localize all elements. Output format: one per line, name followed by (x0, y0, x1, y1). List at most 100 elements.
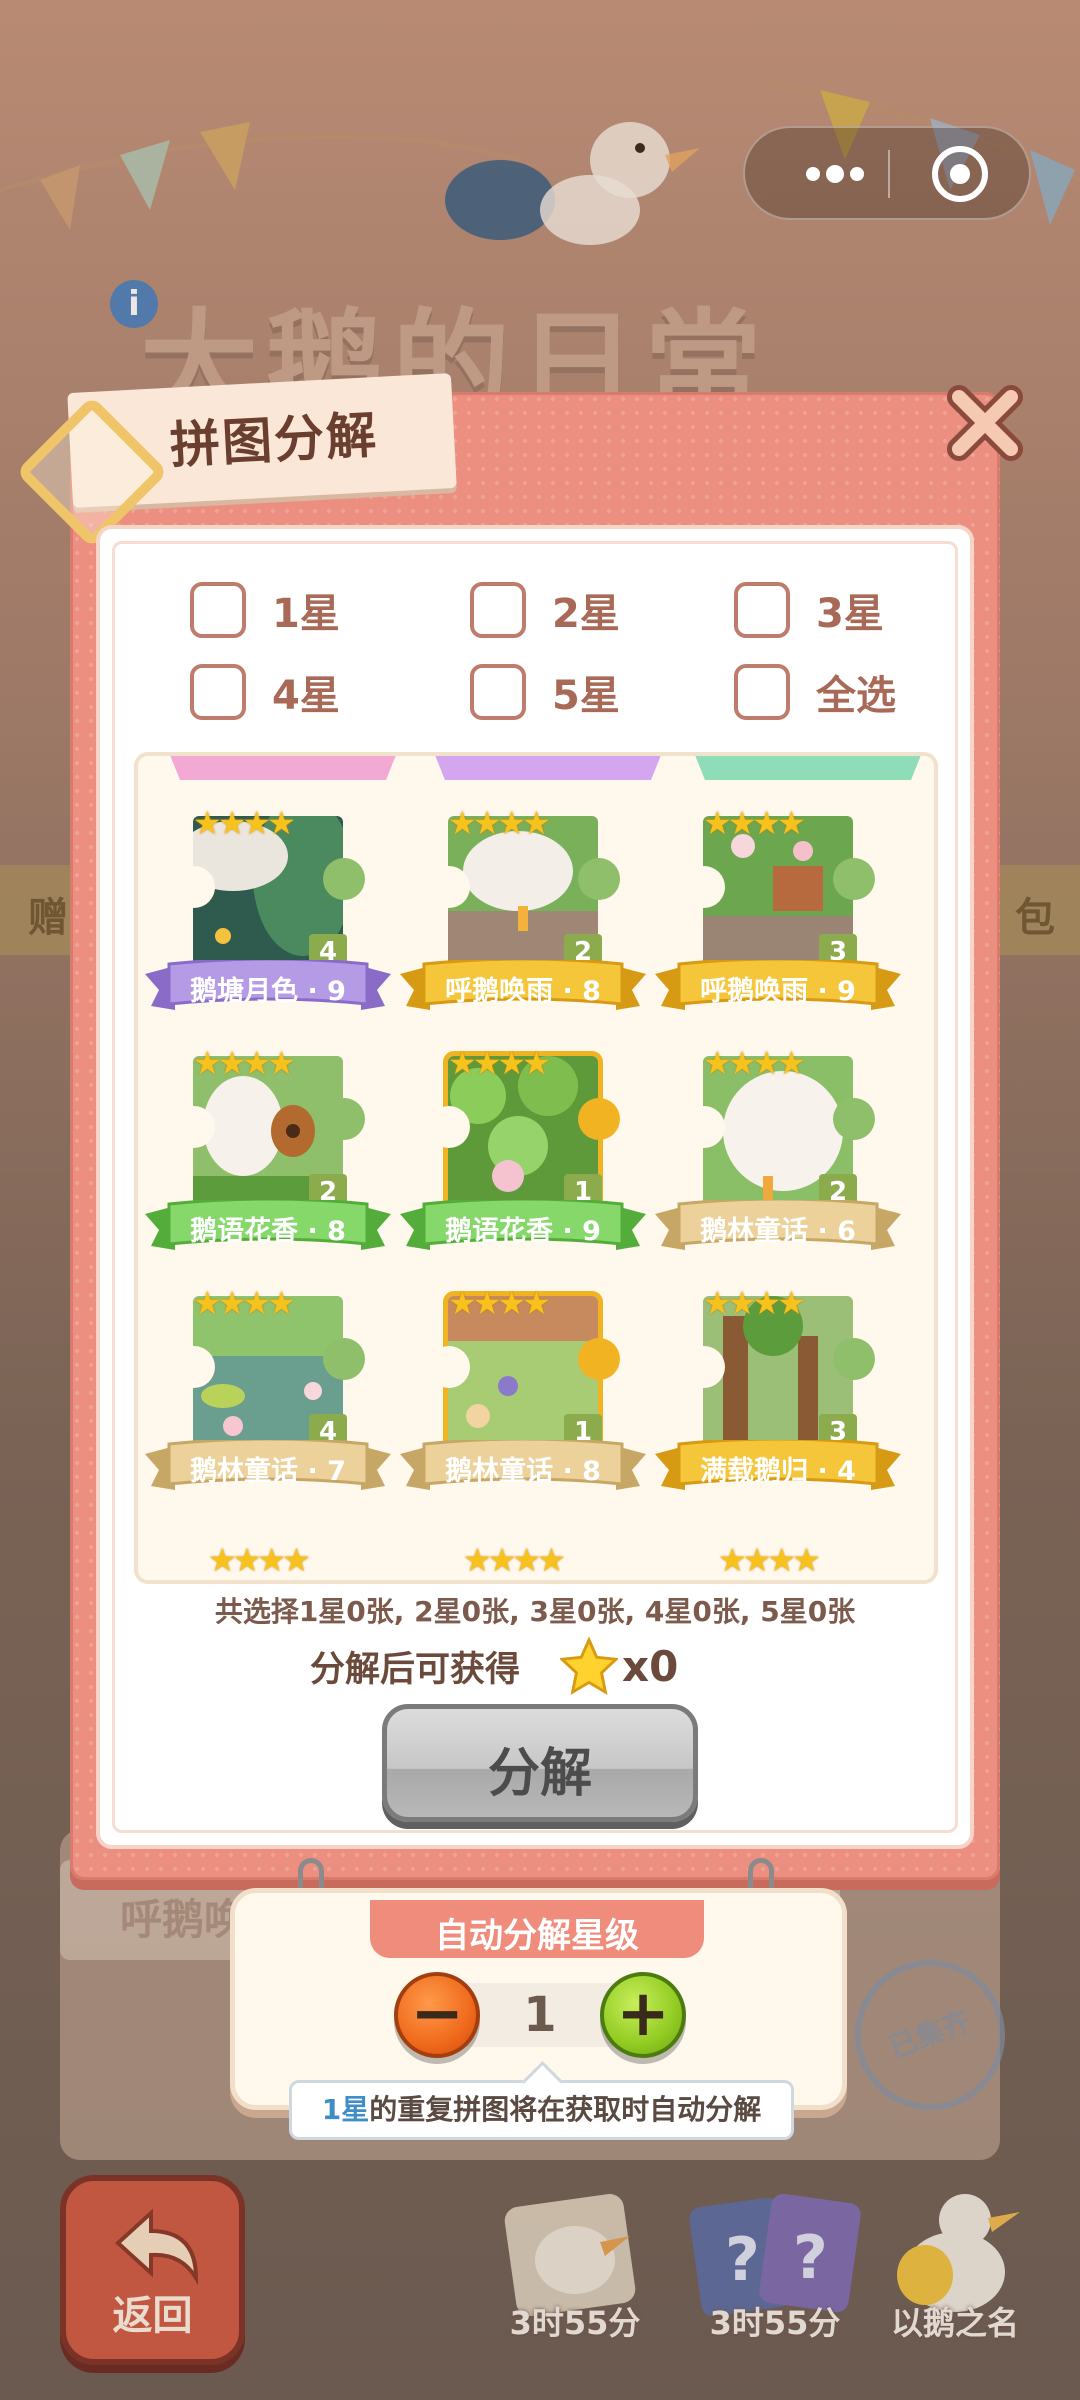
checkbox[interactable] (734, 664, 790, 720)
reward-label: 分解后可获得 (310, 1649, 521, 1690)
increase-level-button[interactable]: + (600, 1972, 686, 2058)
more-icon[interactable] (785, 128, 885, 218)
auto-decompose-title: 自动分解星级 (370, 1900, 704, 1958)
puzzle-piece-card[interactable]: ★★★★ 3 呼鹅唤雨 · 9 (653, 796, 903, 1016)
puzzle-piece-card[interactable]: ★★★★ 2 鹅语花香 · 8 (143, 1036, 393, 1256)
puzzle-knob (683, 1346, 725, 1388)
minus-icon: − (410, 1977, 464, 2051)
decrease-level-button[interactable]: − (394, 1972, 480, 2058)
selection-summary: 共选择1星0张, 2星0张, 3星0张, 4星0张, 5星0张 (214, 1595, 856, 1628)
checkbox[interactable] (470, 582, 526, 638)
puzzle-knob (173, 1346, 215, 1388)
puzzle-knob (173, 1106, 215, 1148)
goose-mascot-image (445, 122, 700, 245)
puzzle-piece-card[interactable]: ★★★★ 3 满载鹅归 · 4 (653, 1276, 903, 1496)
star-rating: ★★★★ (448, 1284, 551, 1322)
dialog-title: 拼图分解 (168, 405, 380, 475)
bottom-card-2-label: 3时55分 (709, 2304, 841, 2342)
next-row-stars: ★★★★ (208, 1541, 311, 1579)
piece-name-ribbon (655, 960, 901, 1010)
back-arrow-icon (115, 2208, 199, 2286)
puzzle-knob (323, 858, 365, 900)
miniprogram-capsule (743, 126, 1031, 220)
puzzle-knob (323, 1338, 365, 1380)
puzzle-knob (428, 866, 470, 908)
star-currency-icon (560, 1637, 619, 1695)
back-label: 返回 (112, 2293, 193, 2339)
filter-label: 2星 (552, 591, 620, 637)
filter-1star[interactable]: 1星 (190, 580, 340, 640)
checkbox[interactable] (190, 664, 246, 720)
star-rating: ★★★★ (193, 1044, 296, 1082)
checkbox[interactable] (190, 582, 246, 638)
star-rating: ★★★★ (193, 804, 296, 842)
star-rating: ★★★★ (448, 804, 551, 842)
reward-row: 分解后可获得 x0 (310, 1636, 678, 1696)
exit-miniprogram-icon[interactable] (932, 146, 988, 202)
puzzle-knob (683, 1106, 725, 1148)
puzzle-piece-card[interactable]: ★★★★ 2 呼鹅唤雨 · 8 (398, 796, 648, 1016)
svg-text:?: ? (793, 2223, 828, 2293)
bottom-card-3-label: 以鹅之名 (890, 2304, 1019, 2342)
bottom-card-1-label: 3时55分 (509, 2304, 641, 2342)
puzzle-piece-card[interactable]: ★★★★ 2 鹅林童话 · 6 (653, 1036, 903, 1256)
puzzle-knob (683, 866, 725, 908)
next-row-stars: ★★★★ (463, 1541, 566, 1579)
piece-name-ribbon (655, 1440, 901, 1490)
puzzle-knob (428, 1106, 470, 1148)
filter-5star[interactable]: 5星 (470, 662, 620, 722)
puzzle-piece-card[interactable]: ★★★★ 4 鹅林童话 · 7 (143, 1276, 393, 1496)
star-rating: ★★★★ (703, 1044, 806, 1082)
checkbox[interactable] (734, 582, 790, 638)
puzzle-knob (833, 1098, 875, 1140)
next-row-stars: ★★★★ (718, 1541, 821, 1579)
checkbox[interactable] (470, 664, 526, 720)
star-rating: ★★★★ (703, 804, 806, 842)
filter-label: 1星 (272, 591, 340, 637)
filter-4star[interactable]: 4星 (190, 662, 340, 722)
filter-label: 全选 (816, 673, 896, 719)
filter-2star[interactable]: 2星 (470, 580, 620, 640)
puzzle-piece-card[interactable]: ★★★★ 4 鹅塘月色 · 9 (143, 796, 393, 1016)
bottom-card-1[interactable]: 3时55分 (490, 2180, 660, 2342)
piece-name-ribbon (400, 960, 646, 1010)
filter-label: 5星 (552, 673, 620, 719)
piece-name-ribbon (145, 960, 391, 1010)
filter-label: 3星 (816, 591, 884, 637)
puzzle-knob (323, 1098, 365, 1140)
plus-icon: + (616, 1977, 670, 2051)
filter-select-all[interactable]: 全选 (734, 662, 896, 722)
piece-name-ribbon (400, 1200, 646, 1250)
puzzle-knob (833, 1338, 875, 1380)
filter-3star[interactable]: 3星 (734, 580, 884, 640)
star-rating: ★★★★ (193, 1284, 296, 1322)
bottom-card-2[interactable]: ? ? 3时55分 (675, 2180, 875, 2342)
puzzle-knob (173, 866, 215, 908)
decompose-button[interactable]: 分解 (382, 1704, 698, 1822)
reward-count: x0 (622, 1641, 679, 1691)
filter-label: 4星 (272, 673, 340, 719)
banner-left-text: 赠 (28, 895, 68, 941)
auto-decompose-title-text: 自动分解星级 (435, 1916, 639, 1956)
banner-right-text: 包 (1015, 895, 1055, 941)
auto-decompose-tip: 1星的重复拼图将在获取时自动分解 (289, 2080, 794, 2140)
svg-text:?: ? (725, 2225, 760, 2295)
decompose-label: 分解 (487, 1744, 592, 1804)
close-icon[interactable] (945, 383, 1025, 463)
piece-name-ribbon (145, 1440, 391, 1490)
puzzle-piece-grid[interactable]: ★★★★ 4 鹅塘月色 · 9 ★★★★ 2 呼鹅唤雨 · 8 ★★★★ 3 呼鹅唤雨 · 9 ★… (134, 752, 938, 1584)
previous-row-banners (170, 756, 921, 780)
puzzle-knob (428, 1346, 470, 1388)
star-rating: ★★★★ (448, 1044, 551, 1082)
star-rating: ★★★★ (703, 1284, 806, 1322)
puzzle-piece-card[interactable]: ★★★★ 1 鹅林童话 · 8 (398, 1276, 648, 1496)
piece-name-ribbon (145, 1200, 391, 1250)
tip-text: 的重复拼图将在获取时自动分解 (369, 2093, 762, 2126)
capsule-divider (888, 150, 890, 198)
piece-name-ribbon (400, 1440, 646, 1490)
tip-highlight: 1星 (321, 2093, 370, 2126)
back-button[interactable]: 返回 (60, 2175, 245, 2365)
puzzle-piece-card[interactable]: ★★★★ 1 鹅语花香 · 9 (398, 1036, 648, 1256)
piece-name-ribbon (655, 1200, 901, 1250)
bottom-card-3[interactable]: 以鹅之名 (870, 2180, 1040, 2342)
